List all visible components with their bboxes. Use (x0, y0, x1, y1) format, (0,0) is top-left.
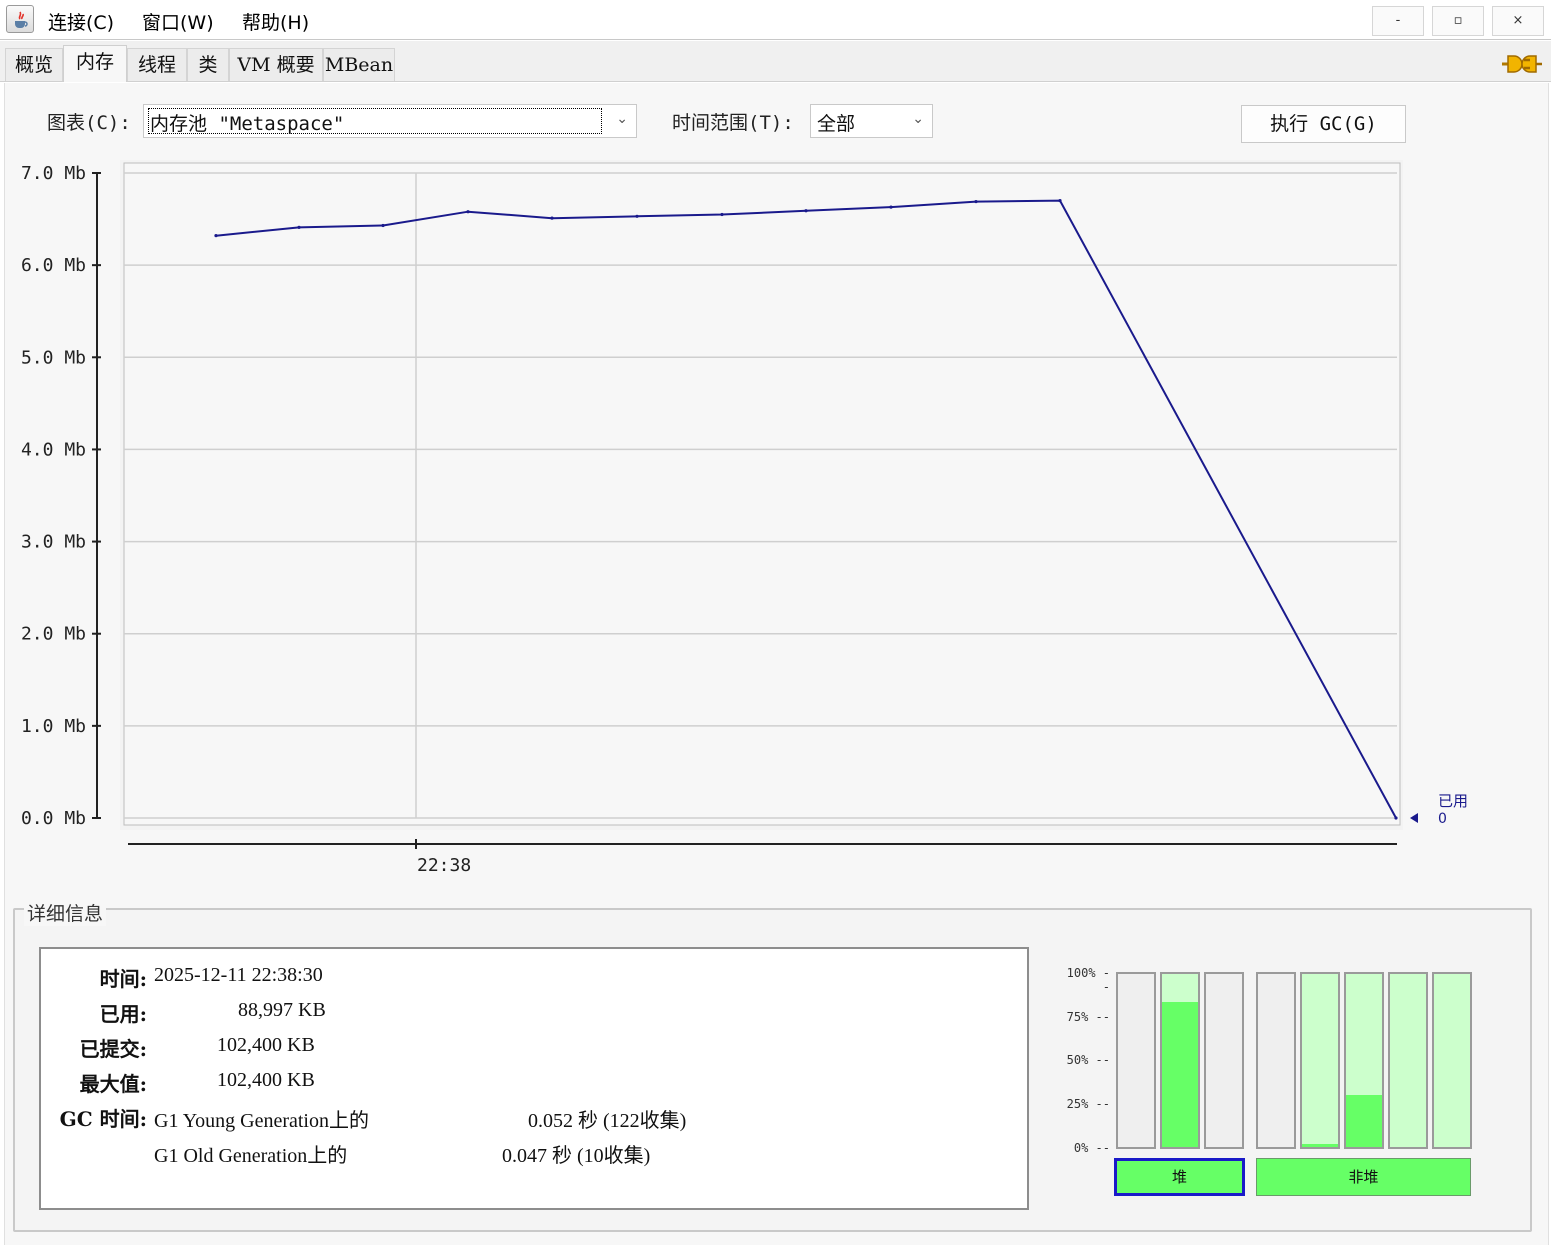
details-panel: 时间: 2025-12-11 22:38:30 已用: 88,997 KB 已提… (39, 947, 1029, 1210)
scale-75: 75% -- (1066, 1010, 1110, 1024)
y-tick-label: 7.0 Mb (21, 163, 86, 184)
gc-old-time: 0.047 秒 (10收集) (502, 1145, 651, 1167)
detail-used-value: 88,997 KB (238, 999, 326, 1021)
gc-young-name: G1 Young Generation上的 (154, 1110, 369, 1132)
data-point (1058, 199, 1062, 203)
data-point (1394, 816, 1398, 820)
detail-max-key: 最大值: (79, 1072, 147, 1096)
y-tick-label: 6.0 Mb (21, 255, 86, 276)
scale-100: 100% -- (1066, 966, 1110, 994)
legend-value: 0 (1438, 811, 1447, 827)
data-point (381, 223, 385, 228)
detail-committed-key: 已提交: (79, 1037, 147, 1061)
detail-max-value: 102,400 KB (217, 1069, 315, 1091)
data-point (974, 199, 978, 204)
data-point (214, 234, 218, 238)
heap-pool-bar-1[interactable] (1116, 972, 1156, 1149)
pool-committed-fill (1434, 974, 1470, 1147)
data-point (297, 225, 301, 229)
y-tick-label: 5.0 Mb (21, 347, 86, 368)
nonheap-pool-bar-2[interactable] (1300, 972, 1340, 1149)
y-tick-label: 0.0 Mb (21, 808, 86, 829)
gc-old-name: G1 Old Generation上的 (154, 1145, 348, 1167)
y-tick-label: 3.0 Mb (21, 532, 86, 553)
heap-pool-bar-2[interactable] (1160, 972, 1200, 1149)
legend-marker-icon (1410, 813, 1418, 823)
data-point (466, 210, 470, 214)
nonheap-pool-bar-5[interactable] (1432, 972, 1472, 1149)
pool-committed-fill (1302, 974, 1338, 1147)
scale-0: 0% -- (1073, 1141, 1110, 1155)
nonheap-pool-bar-3[interactable] (1344, 972, 1384, 1149)
legend-label: 已用 (1438, 792, 1468, 810)
y-tick-label: 1.0 Mb (21, 716, 86, 737)
scale-25: 25% -- (1066, 1097, 1110, 1111)
heap-button[interactable]: 堆 (1114, 1158, 1245, 1196)
detail-gc-key: GC 时间: (59, 1107, 147, 1131)
x-tick-label: 22:38 (417, 855, 471, 876)
heap-pool-bar-3[interactable] (1204, 972, 1244, 1149)
y-tick-label: 4.0 Mb (21, 439, 86, 460)
y-tick-label: 2.0 Mb (21, 624, 86, 645)
detail-used-key: 已用: (99, 1002, 147, 1026)
gc-young-time: 0.052 秒 (122收集) (528, 1110, 687, 1132)
scale-50: 50% -- (1066, 1053, 1110, 1067)
nonheap-button[interactable]: 非堆 (1256, 1158, 1471, 1196)
detail-committed-value: 102,400 KB (217, 1034, 315, 1056)
data-point (720, 212, 724, 217)
memory-chart: 0.0 Mb 1.0 Mb 2.0 Mb 3.0 Mb 4.0 Mb 5.0 Mb 6.0 … (21, 160, 1468, 876)
pool-committed-fill (1390, 974, 1426, 1147)
data-point (804, 209, 808, 213)
nonheap-pool-bar-1[interactable] (1256, 972, 1296, 1149)
pool-used-fill (1302, 1143, 1338, 1147)
pool-used-fill (1346, 1095, 1382, 1147)
data-point (550, 216, 554, 220)
data-point (635, 214, 639, 218)
pool-used-fill (1162, 1001, 1198, 1147)
details-title: 详细信息 (24, 899, 107, 926)
detail-time-key: 时间: (99, 967, 147, 991)
nonheap-pool-bar-4[interactable] (1388, 972, 1428, 1149)
data-point (889, 205, 893, 209)
detail-time-value: 2025-12-11 22:38:30 (154, 964, 323, 986)
